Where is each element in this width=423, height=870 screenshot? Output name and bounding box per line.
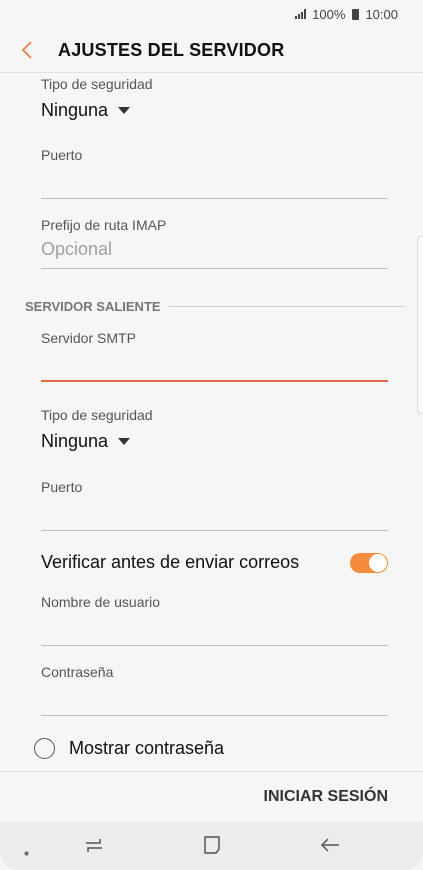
bottom-action-bar: INICIAR SESIÓN — [0, 771, 423, 821]
password-input[interactable] — [41, 715, 388, 716]
smtp-server-field[interactable]: Servidor SMTP — [41, 330, 388, 346]
dropdown-arrow-icon — [118, 438, 131, 445]
outgoing-port-input[interactable] — [41, 530, 388, 531]
battery-percent: 100% — [312, 6, 346, 22]
chevron-left-icon — [21, 41, 32, 59]
status-bar: 100% 10:00 — [0, 0, 423, 28]
smtp-server-input[interactable] — [41, 380, 388, 382]
outgoing-section-header: SERVIDOR SALIENTE — [25, 299, 405, 314]
signal-icon — [295, 9, 307, 19]
battery-icon — [352, 8, 360, 20]
incoming-security-label: Tipo de seguridad — [41, 76, 153, 92]
outgoing-port-field[interactable]: Puerto — [41, 479, 388, 495]
imap-prefix-field[interactable]: Prefijo de ruta IMAP Opcional — [41, 217, 388, 260]
outgoing-security-dropdown[interactable]: Ninguna — [41, 431, 388, 452]
verify-before-send-toggle[interactable] — [350, 552, 388, 573]
outgoing-security-label: Tipo de seguridad — [41, 407, 153, 423]
show-password-checkbox[interactable] — [34, 738, 55, 759]
scrollbar[interactable] — [417, 236, 423, 414]
username-label: Nombre de usuario — [41, 594, 161, 610]
app-header: AJUSTES DEL SERVIDOR — [0, 28, 423, 73]
incoming-security-dropdown[interactable]: Ninguna — [41, 100, 388, 121]
back-nav-icon[interactable] — [320, 835, 340, 860]
incoming-port-label: Puerto — [41, 147, 83, 163]
incoming-port-input[interactable] — [41, 198, 388, 199]
verify-before-send-row[interactable]: Verificar antes de enviar correos — [41, 552, 388, 573]
page-title: AJUSTES DEL SERVIDOR — [58, 39, 285, 60]
show-password-option[interactable]: Mostrar contraseña — [34, 738, 224, 759]
outgoing-security-value: Ninguna — [41, 431, 109, 451]
sign-in-button[interactable]: INICIAR SESIÓN — [264, 788, 388, 806]
username-field[interactable]: Nombre de usuario — [41, 594, 388, 610]
incoming-port-field[interactable]: Puerto — [41, 147, 388, 163]
outgoing-section-title: SERVIDOR SALIENTE — [25, 299, 161, 314]
verify-before-send-label: Verificar antes de enviar correos — [41, 552, 300, 572]
imap-prefix-input[interactable]: Opcional — [41, 239, 388, 260]
toggle-knob — [369, 553, 387, 572]
imap-prefix-underline — [41, 268, 388, 269]
section-divider — [168, 306, 405, 307]
clock: 10:00 — [365, 6, 398, 22]
password-label: Contraseña — [41, 664, 114, 680]
home-icon[interactable] — [202, 835, 222, 860]
back-button[interactable] — [0, 28, 58, 73]
outgoing-security-type[interactable]: Tipo de seguridad Ninguna — [41, 407, 388, 452]
dropdown-arrow-icon — [118, 107, 131, 114]
server-settings-screen: 100% 10:00 AJUSTES DEL SERVIDOR Tipo de … — [0, 0, 423, 870]
incoming-security-value: Ninguna — [41, 100, 109, 120]
system-navigation-bar — [0, 821, 423, 870]
outgoing-port-label: Puerto — [41, 479, 83, 495]
password-field[interactable]: Contraseña — [41, 664, 388, 680]
dot-icon[interactable] — [24, 843, 29, 861]
recent-apps-icon[interactable] — [84, 835, 104, 860]
incoming-security-type[interactable]: Tipo de seguridad Ninguna — [41, 76, 388, 121]
show-password-label: Mostrar contraseña — [69, 738, 225, 758]
imap-prefix-label: Prefijo de ruta IMAP — [41, 217, 167, 233]
username-input[interactable] — [41, 645, 388, 646]
smtp-server-label: Servidor SMTP — [41, 330, 136, 346]
